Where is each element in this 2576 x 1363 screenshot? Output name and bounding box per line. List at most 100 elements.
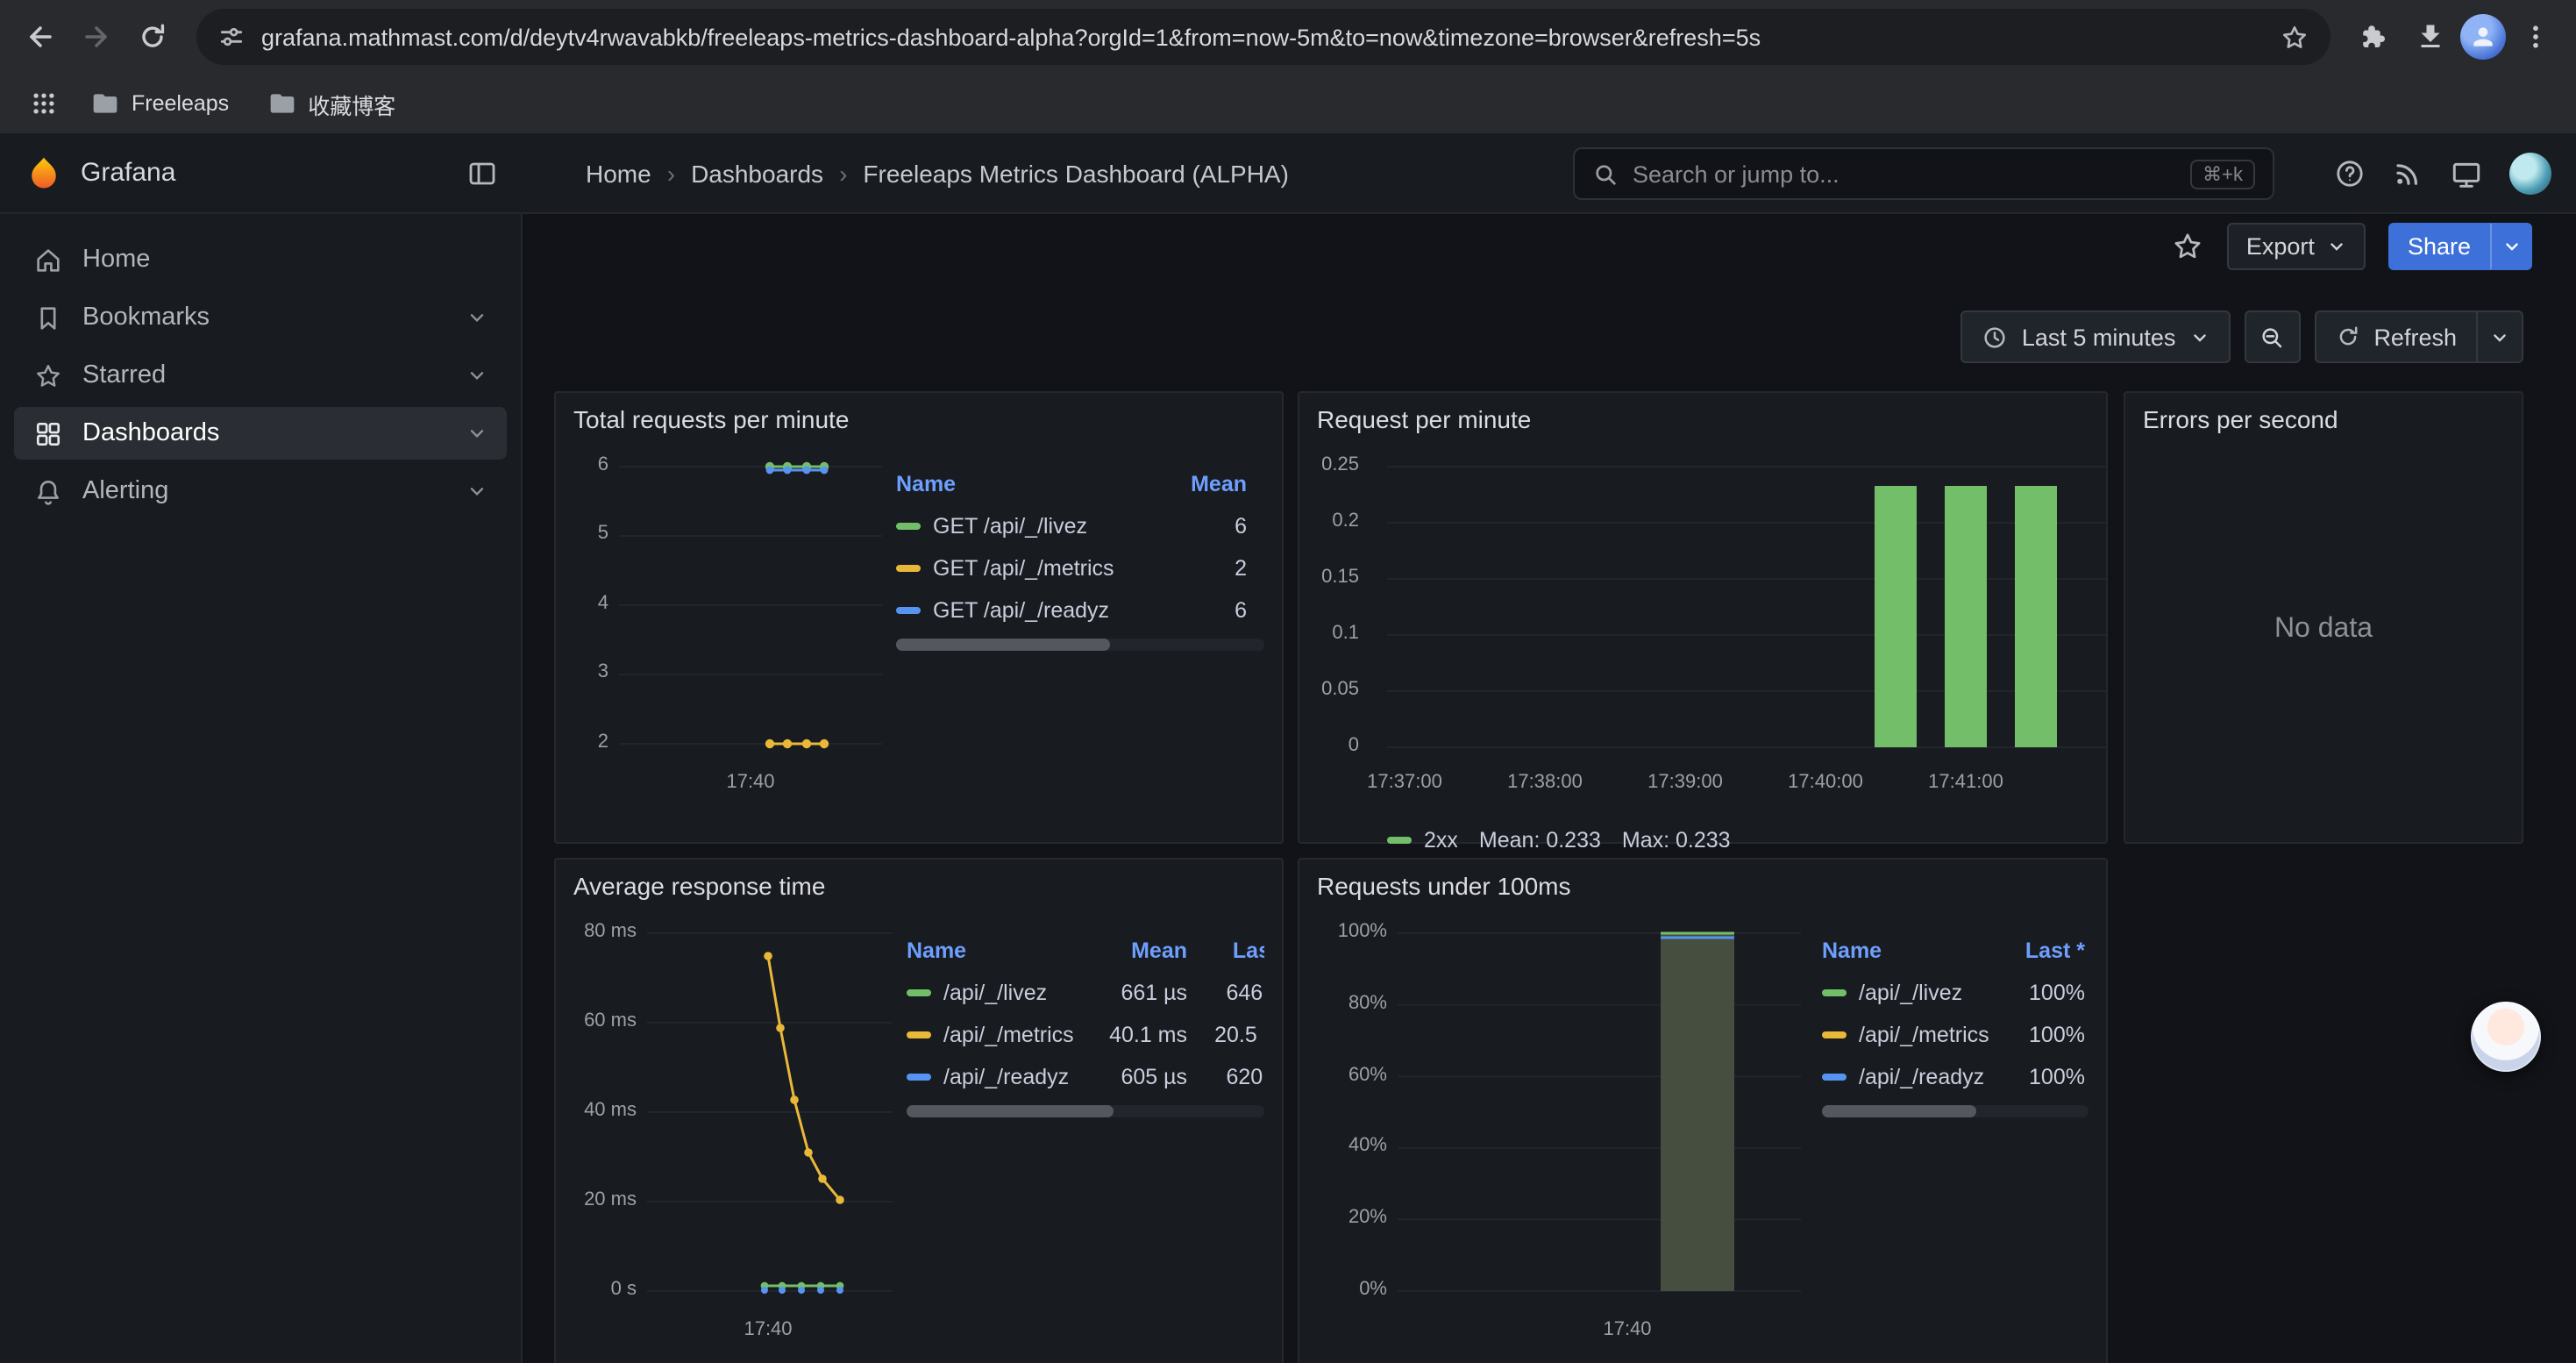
series-mean: 40.1 ms	[1082, 1023, 1187, 1047]
scrollbar-thumb[interactable]	[896, 639, 1110, 651]
plot-area[interactable]	[1398, 916, 1801, 1316]
x-tick: 17:40	[744, 1319, 792, 1340]
reload-icon[interactable]	[126, 11, 179, 63]
series-toggle[interactable]: /api/_/readyz	[907, 1065, 1082, 1089]
share-dropdown-button[interactable]	[2490, 222, 2532, 269]
grafana-header: Grafana Home › Dashboards › Freeleaps Me…	[0, 133, 2576, 214]
y-tick: 80 ms	[584, 921, 637, 942]
sidebar-item-starred[interactable]: Starred	[14, 349, 507, 402]
panel-title[interactable]: Average response time	[556, 860, 1282, 912]
site-info-icon[interactable]	[217, 23, 246, 51]
chevron-down-icon[interactable]	[466, 423, 487, 444]
series-toggle[interactable]: GET /api/_/livez	[896, 514, 1142, 539]
series-mean: 661 µs	[1082, 981, 1187, 1005]
grafana-header-left: Grafana	[0, 153, 523, 192]
grafana-logo[interactable]	[25, 153, 63, 192]
search-input[interactable]: Search or jump to... ⌘+k	[1573, 147, 2274, 200]
series-toggle[interactable]: GET /api/_/metrics	[896, 556, 1142, 581]
y-tick: 0.05	[1321, 679, 1359, 700]
screen: grafana.mathmast.com/d/deytv4rwavabkb/fr…	[0, 0, 2576, 1363]
news-rss-icon[interactable]	[2392, 158, 2423, 189]
legend-table: Name Mean GET /api/_/livez 6 GET /api/_/…	[896, 449, 1264, 651]
bar-chart-requests[interactable]: 0.25 0.2 0.15 0.1 0.05 0	[1317, 449, 2089, 814]
back-icon[interactable]	[14, 11, 67, 63]
legend-scrollbar[interactable]	[1822, 1105, 2089, 1117]
kiosk-monitor-icon[interactable]	[2450, 157, 2483, 190]
panel-title[interactable]: Request per minute	[1299, 393, 2106, 446]
refresh-interval-dropdown[interactable]	[2478, 310, 2523, 363]
y-tick: 0.1	[1332, 623, 1359, 644]
legend-col-last[interactable]: Last *	[1187, 938, 1264, 963]
legend-col-name[interactable]: Name	[896, 472, 1142, 496]
sidebar-item-dashboards[interactable]: Dashboards	[14, 407, 507, 460]
line-chart-response-time[interactable]: 80 ms 60 ms 40 ms 20 ms 0 s	[573, 916, 893, 1354]
sidebar-item-alerting[interactable]: Alerting	[14, 465, 507, 517]
browser-menu-icon[interactable]	[2509, 11, 2562, 63]
sidebar-item-bookmarks[interactable]: Bookmarks	[14, 291, 507, 344]
sidebar-item-home[interactable]: Home	[14, 233, 507, 286]
bookmark-folder-label: 收藏博客	[308, 87, 395, 120]
legend-col-mean[interactable]: Mean	[1082, 938, 1187, 963]
legend-scrollbar[interactable]	[896, 639, 1264, 651]
panel-title[interactable]: Requests under 100ms	[1299, 860, 2106, 912]
series-name: GET /api/_/metrics	[933, 556, 1114, 581]
scrollbar-thumb[interactable]	[1822, 1105, 1976, 1117]
x-tick: 17:40	[726, 772, 774, 793]
chevron-down-icon[interactable]	[466, 307, 487, 328]
bookmark-folder-blogs[interactable]: 收藏博客	[253, 80, 409, 127]
plot-area[interactable]	[1387, 449, 2106, 768]
chevron-down-icon[interactable]	[466, 365, 487, 386]
user-avatar[interactable]	[2509, 153, 2551, 195]
series-last: 100%	[1997, 1023, 2085, 1047]
legend-col-last[interactable]: Last *	[1997, 938, 2085, 963]
scrollbar-thumb[interactable]	[907, 1105, 1114, 1117]
address-bar[interactable]: grafana.mathmast.com/d/deytv4rwavabkb/fr…	[196, 9, 2330, 65]
bookmark-folder-freeleaps[interactable]: Freeleaps	[77, 82, 243, 125]
help-icon[interactable]	[2334, 158, 2366, 189]
breadcrumb-home[interactable]: Home	[586, 159, 651, 187]
favorite-star-icon[interactable]	[2171, 229, 2204, 262]
series-toggle[interactable]: /api/_/livez	[1822, 981, 1997, 1005]
panel-title[interactable]: Total requests per minute	[556, 393, 1282, 446]
plot-area[interactable]	[619, 449, 882, 768]
extensions-icon[interactable]	[2348, 11, 2401, 63]
series-toggle[interactable]: GET /api/_/readyz	[896, 598, 1142, 623]
floating-assistant-avatar[interactable]	[2471, 1002, 2541, 1072]
series-last: 20.5 ms	[1187, 1023, 1264, 1047]
y-tick: 0.25	[1321, 454, 1359, 475]
url-text[interactable]: grafana.mathmast.com/d/deytv4rwavabkb/fr…	[261, 24, 2264, 50]
downloads-icon[interactable]	[2404, 11, 2457, 63]
sidebar-toggle-icon[interactable]	[466, 157, 498, 189]
time-range-picker[interactable]: Last 5 minutes	[1960, 310, 2231, 363]
series-toggle[interactable]: /api/_/metrics	[907, 1023, 1082, 1047]
refresh-button[interactable]: Refresh	[2314, 310, 2478, 363]
legend-col-mean[interactable]: Mean	[1142, 472, 1247, 496]
series-swatch-yellow	[1822, 1031, 1847, 1038]
forward-icon[interactable]	[70, 11, 123, 63]
bookmark-star-icon[interactable]	[2280, 22, 2309, 52]
legend-col-name[interactable]: Name	[1822, 938, 1997, 963]
plot-area[interactable]	[647, 916, 893, 1316]
breadcrumb-dashboards[interactable]: Dashboards	[691, 159, 823, 187]
legend-scrollbar[interactable]	[907, 1105, 1264, 1117]
series-toggle[interactable]: /api/_/livez	[907, 981, 1082, 1005]
legend-col-name[interactable]: Name	[907, 938, 1082, 963]
search-shortcut-kbd: ⌘+k	[2190, 159, 2255, 189]
zoom-out-button[interactable]	[2244, 310, 2300, 363]
browser-profile-avatar[interactable]	[2460, 14, 2506, 60]
series-toggle[interactable]: 2xx	[1387, 828, 1458, 853]
apps-grid-icon[interactable]	[21, 81, 67, 126]
sidebar-item-label: Alerting	[82, 477, 168, 505]
share-button[interactable]: Share	[2388, 222, 2490, 269]
bar-chart-under-100ms[interactable]: 100% 80% 60% 40% 20% 0%	[1317, 916, 1808, 1354]
bell-icon	[33, 476, 63, 506]
panel-title[interactable]: Errors per second	[2125, 393, 2522, 446]
header-icons	[2334, 133, 2551, 214]
line-chart-total-requests[interactable]: 6 5 4 3 2	[573, 449, 882, 800]
series-last: 100%	[1997, 1065, 2085, 1089]
y-tick: 100%	[1338, 921, 1387, 942]
chevron-down-icon[interactable]	[466, 481, 487, 502]
export-button[interactable]: Export	[2227, 222, 2366, 269]
series-toggle[interactable]: /api/_/readyz	[1822, 1065, 1997, 1089]
series-toggle[interactable]: /api/_/metrics	[1822, 1023, 1997, 1047]
